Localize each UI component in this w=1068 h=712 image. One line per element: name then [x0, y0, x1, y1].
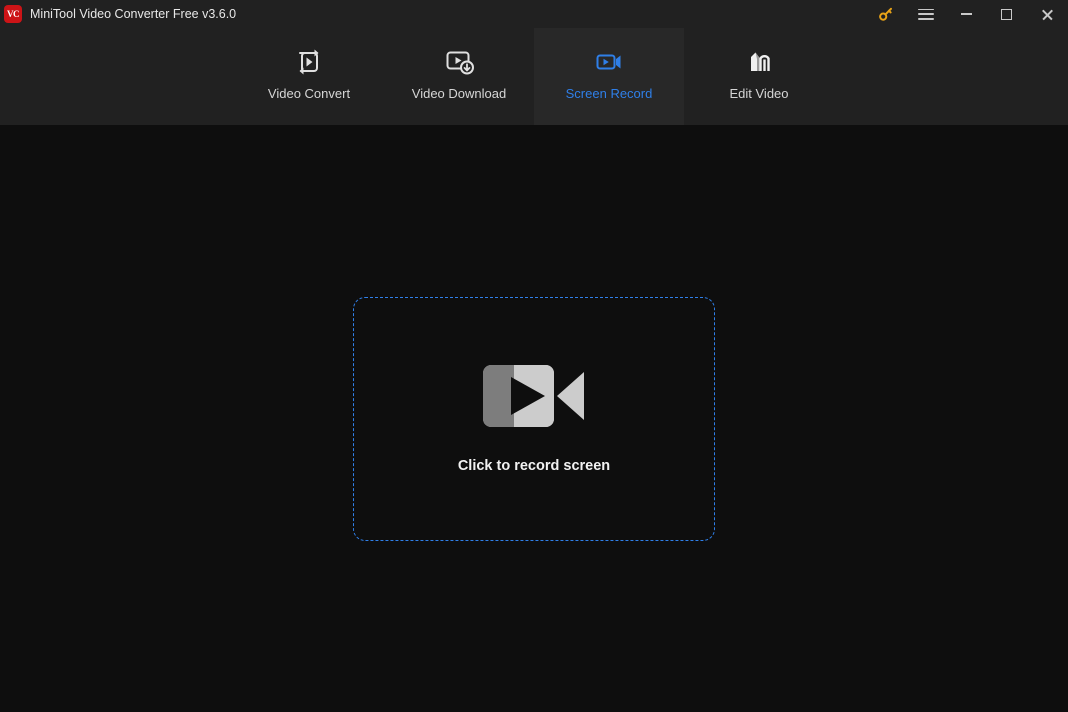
video-convert-icon: [299, 49, 319, 75]
key-button[interactable]: [866, 0, 906, 28]
video-download-icon: [446, 51, 474, 75]
tab-video-convert[interactable]: Video Convert: [234, 28, 384, 125]
edit-video-icon-wrap: [742, 44, 776, 80]
tab-label: Video Convert: [267, 86, 351, 101]
video-convert-icon-wrap: [292, 44, 326, 80]
record-screen-dropzone[interactable]: Click to record screen: [353, 297, 715, 541]
app-logo: VC: [4, 5, 22, 23]
menu-button[interactable]: [906, 0, 946, 28]
maximize-button[interactable]: [986, 0, 1026, 28]
maximize-icon: [1000, 8, 1012, 20]
minimize-button[interactable]: [946, 0, 986, 28]
tab-edit-video[interactable]: Edit Video: [684, 28, 834, 125]
video-download-icon-wrap: [442, 44, 476, 80]
tab-label: Screen Record: [565, 86, 653, 101]
tab-screen-record[interactable]: Screen Record: [534, 28, 684, 125]
main-navigation: Video Convert Video Download Screen Reco…: [0, 28, 1068, 125]
tab-label: Edit Video: [729, 86, 789, 101]
app-logo-text: VC: [7, 8, 20, 19]
hamburger-icon: [918, 8, 934, 20]
main-content: Click to record screen: [0, 125, 1068, 712]
edit-video-icon: [751, 52, 770, 71]
window-controls: [866, 0, 1068, 28]
minimize-icon: [960, 13, 972, 15]
title-bar: VC MiniTool Video Converter Free v3.6.0: [0, 0, 1068, 28]
camcorder-icon: [483, 364, 584, 427]
tab-video-download[interactable]: Video Download: [384, 28, 534, 125]
app-title: MiniTool Video Converter Free v3.6.0: [30, 7, 237, 21]
camcorder-icon-wrap: [483, 364, 585, 432]
screen-record-icon-wrap: [592, 44, 626, 80]
screen-record-icon: [596, 54, 621, 70]
dropzone-label: Click to record screen: [457, 457, 611, 474]
close-icon: [1041, 8, 1054, 21]
close-button[interactable]: [1026, 0, 1068, 28]
key-icon: [879, 7, 892, 21]
tab-label: Video Download: [411, 86, 507, 101]
